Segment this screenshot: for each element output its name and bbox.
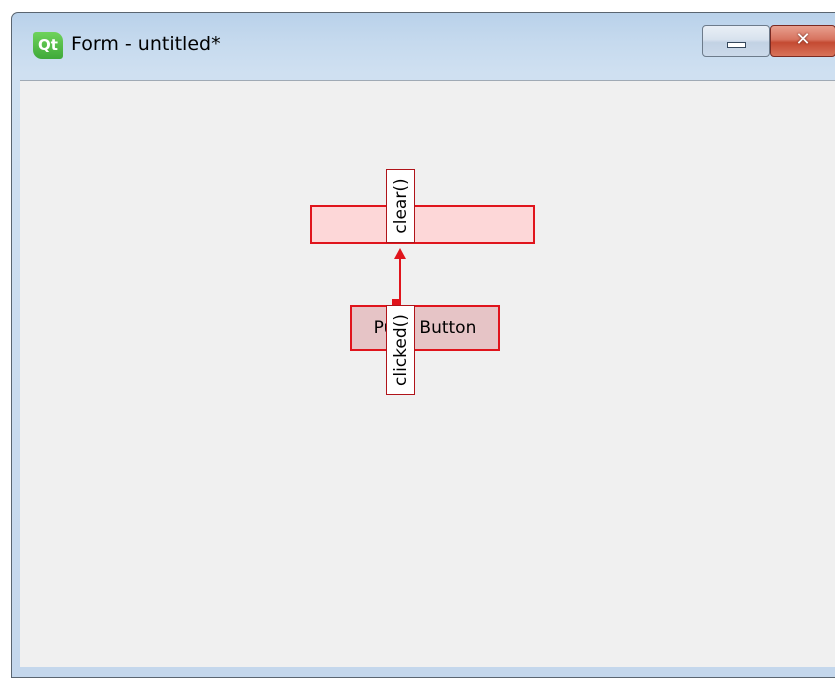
slot-label: clear() bbox=[390, 178, 411, 234]
signal-slot-connection bbox=[392, 248, 406, 308]
designer-form-window: Qt Form - untitled* ✕ Push Button clear(… bbox=[11, 12, 835, 678]
form-canvas[interactable]: Push Button clear() clicked() bbox=[20, 80, 835, 667]
close-icon: ✕ bbox=[795, 29, 811, 50]
title-bar[interactable]: Qt Form - untitled* ✕ bbox=[12, 13, 835, 79]
signal-label: clicked() bbox=[390, 314, 411, 386]
close-button[interactable]: ✕ bbox=[770, 25, 835, 57]
slot-label-box[interactable]: clear() bbox=[386, 169, 415, 243]
signal-label-box[interactable]: clicked() bbox=[386, 305, 415, 395]
qt-logo-icon: Qt bbox=[33, 32, 63, 59]
connection-arrowhead-icon bbox=[394, 248, 406, 259]
minimize-icon bbox=[727, 42, 746, 48]
window-title: Form - untitled* bbox=[71, 33, 221, 55]
minimize-button[interactable] bbox=[702, 25, 770, 57]
